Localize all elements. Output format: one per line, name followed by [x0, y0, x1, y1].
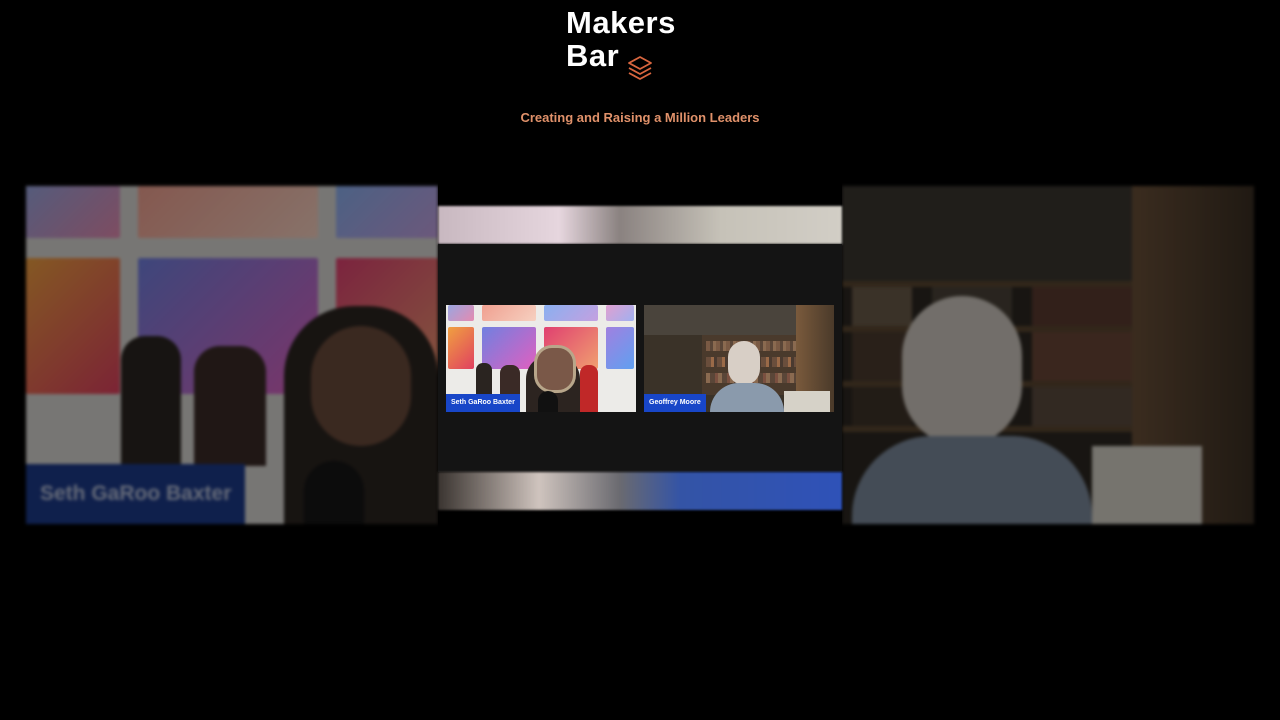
enlarged-name-tag: Seth GaRoo Baxter: [26, 464, 246, 524]
left-blurred-backdrop: Seth GaRoo Baxter: [26, 186, 438, 524]
logo-word-makers: Makers: [566, 5, 676, 40]
artwork: [336, 186, 438, 238]
books: [1032, 332, 1132, 381]
artwork: [482, 305, 536, 321]
microphone: [304, 461, 364, 524]
speaker-face: [902, 296, 1022, 446]
speaker-face: [534, 345, 576, 393]
name-tag: Geoffrey Moore: [644, 394, 706, 412]
speaker-shirt: [852, 436, 1092, 524]
artwork: [138, 186, 318, 238]
logo-word-bar: Bar: [566, 38, 620, 73]
artwork: [448, 327, 474, 369]
blurred-strip-bottom: [438, 472, 842, 510]
artwork: [26, 258, 120, 394]
video-tile-seth[interactable]: Seth GaRoo Baxter: [446, 305, 636, 412]
center-video-column: Makers Bar Creating and Raising a Millio…: [438, 0, 842, 720]
speaker-face: [728, 341, 760, 385]
microphone: [538, 391, 558, 412]
books: [852, 287, 912, 326]
name-tag: Seth GaRoo Baxter: [446, 394, 520, 412]
books: [1032, 387, 1132, 426]
artwork: [544, 305, 598, 321]
artwork: [448, 305, 474, 321]
makers-bar-logo: Makers Bar: [566, 5, 676, 80]
tagline: Creating and Raising a Million Leaders: [520, 110, 760, 125]
visitor-figure: [121, 336, 181, 466]
blurred-strip-top: [438, 206, 842, 244]
stacked-layers-icon: [628, 56, 652, 80]
desk-papers: [1092, 446, 1202, 524]
video-stage: Seth GaRoo Baxter Geoffrey Moore: [438, 244, 842, 472]
right-blurred-backdrop: [842, 186, 1254, 524]
desk-papers: [784, 391, 830, 412]
artwork: [606, 305, 634, 321]
artwork: [482, 327, 536, 369]
speaker-face: [311, 326, 411, 446]
video-tile-geoffrey[interactable]: Geoffrey Moore: [644, 305, 834, 412]
artwork: [606, 327, 634, 369]
visitor-figure: [194, 346, 266, 466]
visitor-figure: [580, 365, 598, 412]
artwork: [26, 186, 120, 238]
books: [1032, 287, 1132, 326]
